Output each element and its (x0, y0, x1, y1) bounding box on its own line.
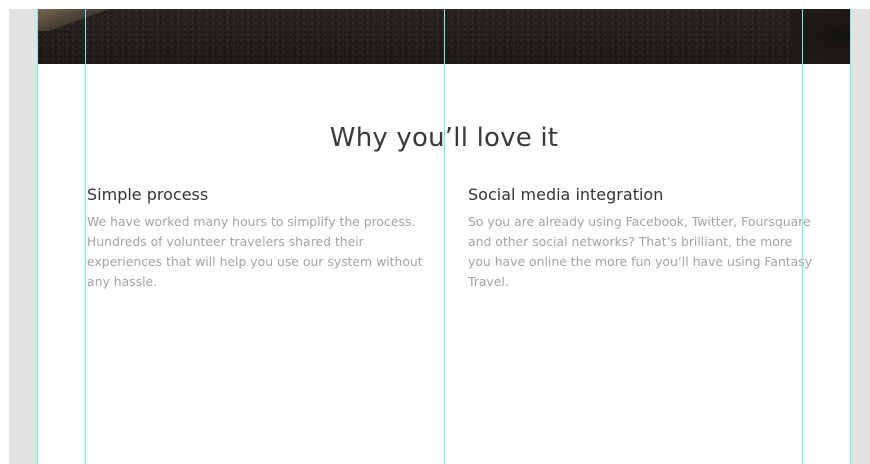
hero-image-detail (37, 9, 107, 31)
feature-description: So you are already using Facebook, Twitt… (468, 214, 813, 289)
feature-simple-process: Simple process We have worked many hours… (87, 185, 432, 292)
feature-social-media-integration: Social media integration So you are alre… (468, 185, 813, 292)
feature-title: Simple process (87, 185, 209, 204)
hero-image-shadow (791, 9, 851, 64)
feature-title: Social media integration (468, 185, 664, 204)
layout-guide-line (37, 9, 38, 464)
layout-guide-line (85, 9, 86, 464)
layout-guide-line (802, 9, 803, 464)
layout-guide-line (850, 9, 851, 464)
layout-guide-line (444, 9, 445, 464)
feature-description: We have worked many hours to simplify th… (87, 214, 423, 289)
